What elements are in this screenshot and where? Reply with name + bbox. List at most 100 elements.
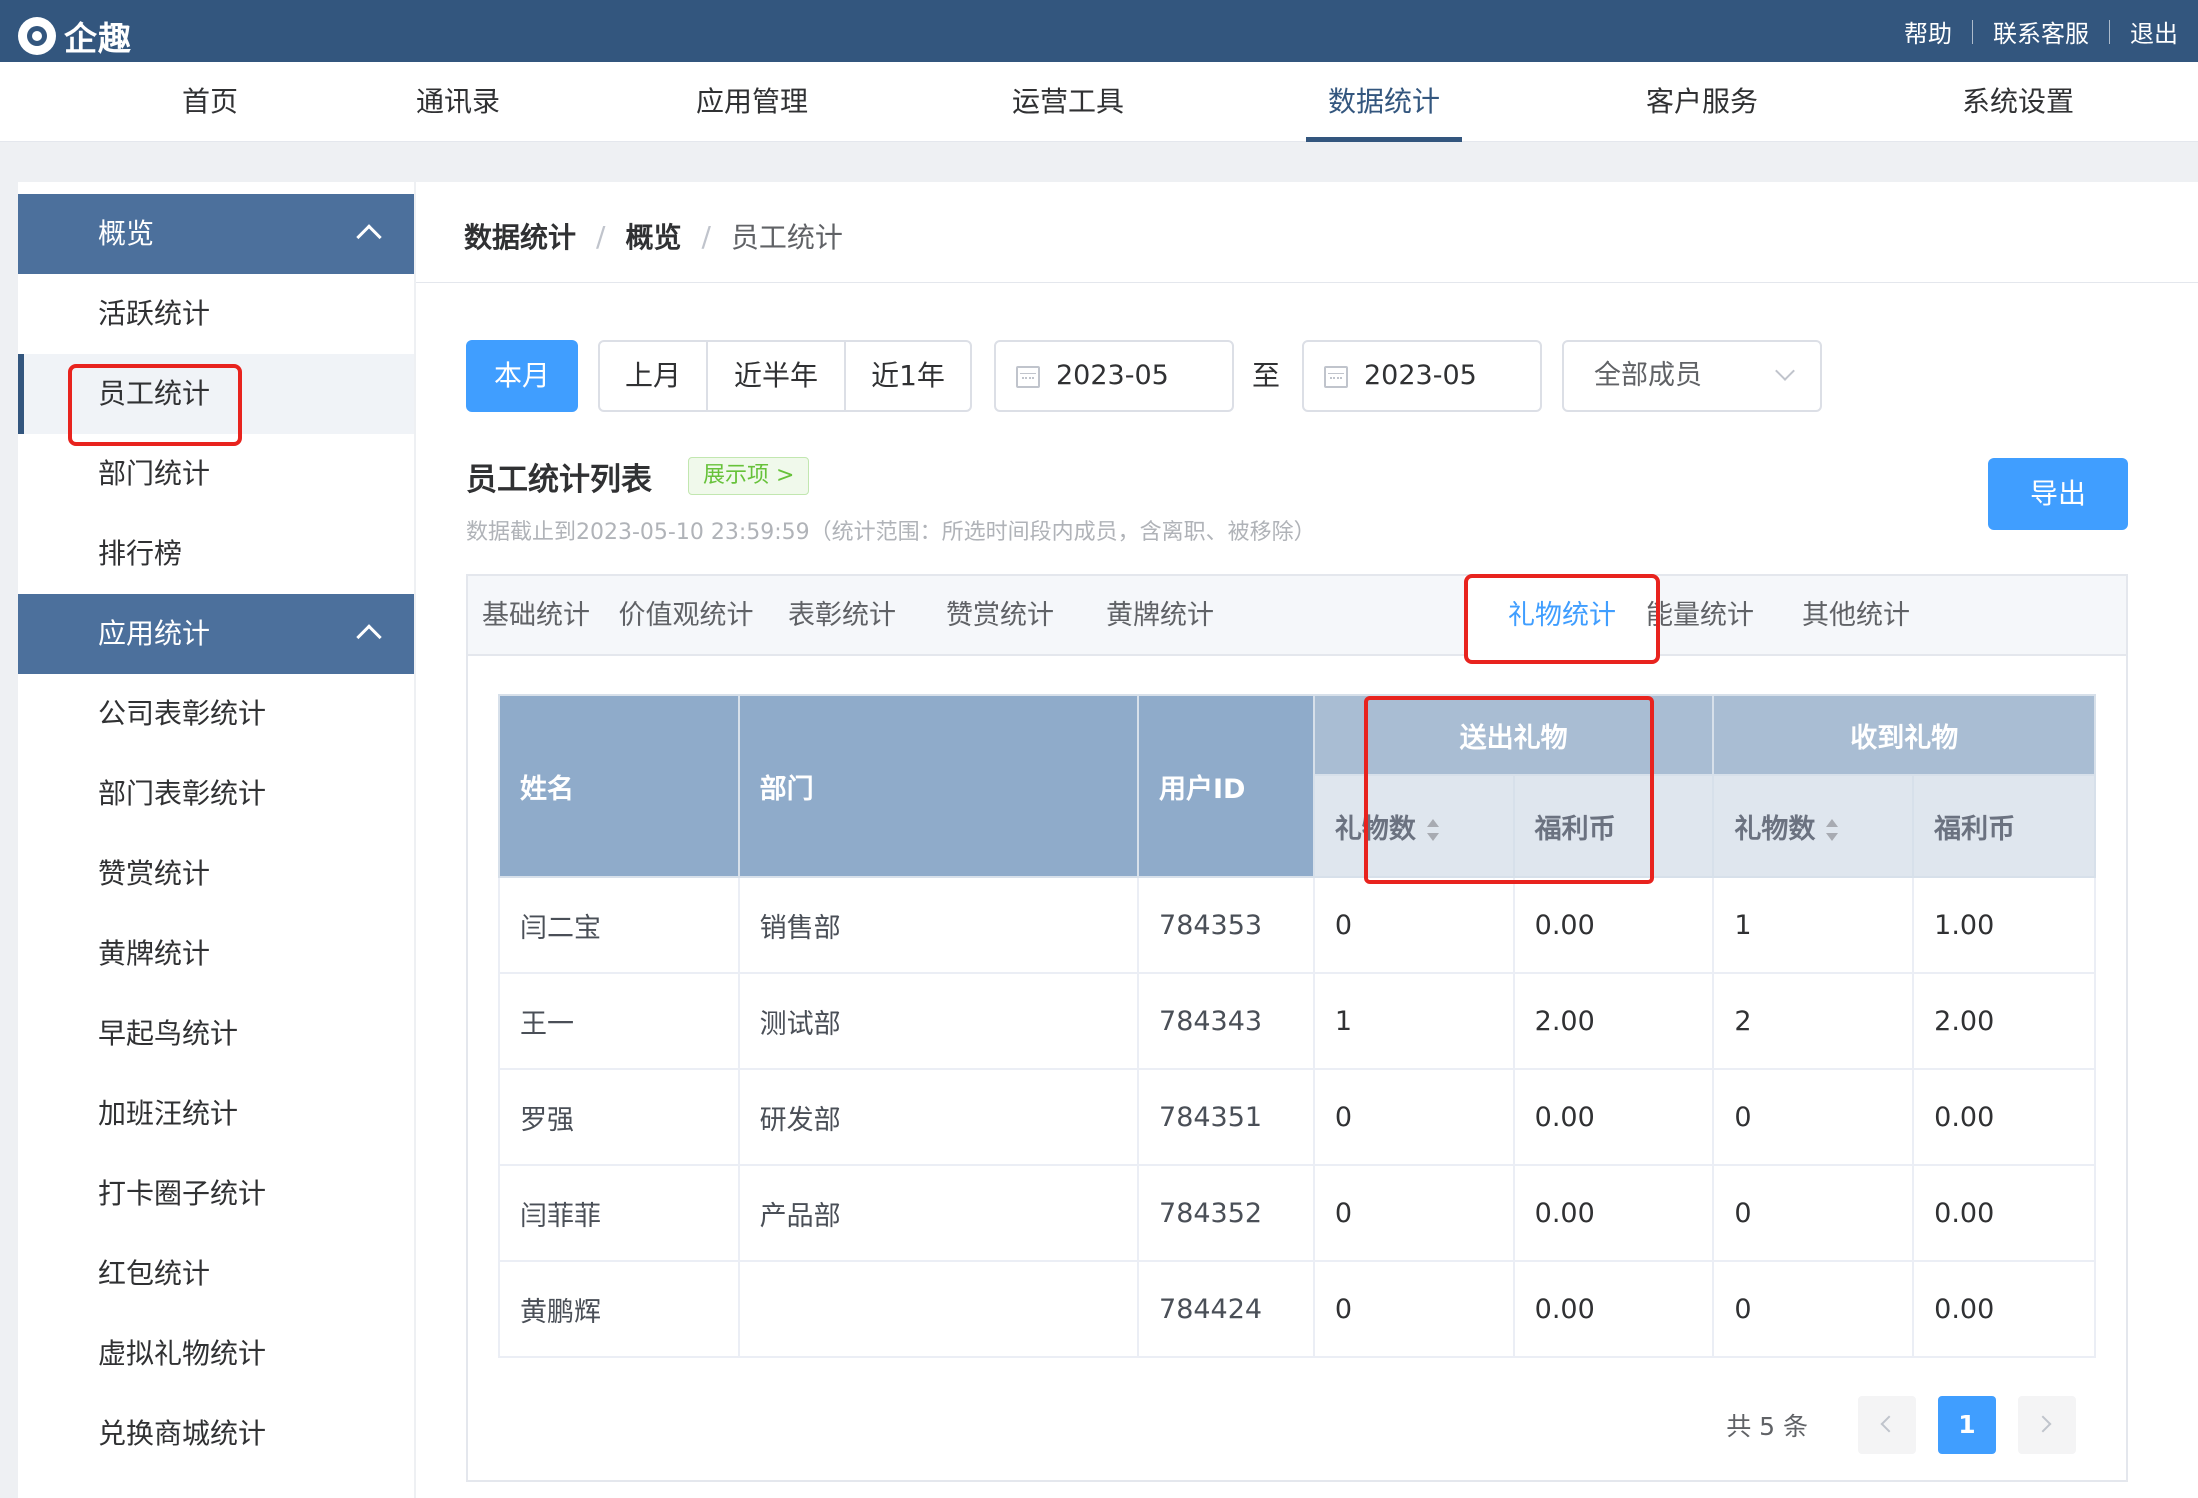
nav-home[interactable]: 首页: [182, 62, 238, 142]
cell-name: 王一: [498, 972, 740, 1070]
nav-data-statistics[interactable]: 数据统计: [1305, 62, 1463, 142]
tab-yellow-card-stats[interactable]: 黄牌统计: [1082, 576, 1238, 656]
logo-icon: [18, 17, 56, 55]
contact-support-link[interactable]: 联系客服: [1993, 14, 2089, 49]
chevron-up-icon: [356, 624, 382, 650]
nav-operation-tools[interactable]: 运营工具: [1012, 62, 1124, 142]
start-date-value: 2023-05: [1056, 360, 1169, 391]
sidebar-item-department-awards[interactable]: 部门表彰统计: [18, 754, 414, 834]
breadcrumb-overview[interactable]: 概览: [625, 216, 681, 256]
tab-appreciation-stats[interactable]: 赞赏统计: [922, 576, 1078, 656]
gift-stats-table: 姓名 部门 用户ID 送出礼物 收到礼物 礼物数 福利币 礼物数 福利币 闫二宝…: [498, 694, 2096, 1358]
nav-customer-service[interactable]: 客户服务: [1646, 62, 1758, 142]
last-year-button[interactable]: 近1年: [846, 342, 970, 410]
cell-received-coins: 0.00: [1912, 1164, 2096, 1262]
logout-link[interactable]: 退出: [2130, 14, 2178, 49]
tab-basic-stats[interactable]: 基础统计: [468, 576, 604, 656]
next-page-button[interactable]: [2018, 1396, 2076, 1454]
divider: [416, 282, 2198, 283]
cell-user-id: 784352: [1137, 1164, 1315, 1262]
start-date-input[interactable]: 2023-05: [994, 340, 1234, 412]
sidebar-item-appreciation[interactable]: 赞赏统计: [18, 834, 414, 914]
breadcrumb-current: 员工统计: [730, 221, 843, 254]
column-header-sent-gift-count[interactable]: 礼物数: [1312, 774, 1515, 878]
chevron-down-icon: [1775, 361, 1795, 381]
column-header-received-gift-count[interactable]: 礼物数: [1712, 774, 1915, 878]
cell-user-id: 784424: [1137, 1260, 1315, 1358]
breadcrumb-data-statistics[interactable]: 数据统计: [464, 216, 576, 256]
table-row: 罗强 研发部 784351 0 0.00 0 0.00: [498, 1068, 2096, 1166]
cell-sent-count: 0: [1312, 1068, 1515, 1166]
sidebar-item-virtual-gift[interactable]: 虚拟礼物统计: [18, 1314, 414, 1394]
end-date-input[interactable]: 2023-05: [1302, 340, 1542, 412]
sidebar-group-title: 概览: [98, 217, 155, 250]
column-header-received-coins: 福利币: [1912, 774, 2096, 878]
column-header-department: 部门: [737, 694, 1140, 878]
column-header-label: 礼物数: [1334, 813, 1416, 845]
calendar-icon: [1324, 366, 1348, 388]
divider: [1972, 19, 1973, 44]
column-group-sent-gifts: 送出礼物: [1312, 694, 1715, 776]
pagination: 共 5 条 1: [1726, 1396, 2076, 1454]
cell-name: 黄鹏辉: [498, 1260, 740, 1358]
cell-received-coins: 2.00: [1912, 972, 2096, 1070]
sidebar-item-employee-stats[interactable]: 员工统计: [18, 354, 414, 446]
breadcrumb: 数据统计 / 概览 / 员工统计: [464, 216, 843, 256]
column-header-sent-coins: 福利币: [1512, 774, 1715, 878]
cell-received-count: 0: [1712, 1260, 1915, 1358]
sidebar-group-overview[interactable]: 概览: [18, 194, 414, 274]
tab-awards-stats[interactable]: 表彰统计: [764, 576, 920, 656]
tab-values-stats[interactable]: 价值观统计: [608, 576, 764, 656]
sidebar-item-yellow-card[interactable]: 黄牌统计: [18, 914, 414, 994]
list-title: 员工统计列表: [466, 462, 652, 498]
sort-icon[interactable]: [1426, 819, 1440, 841]
nav-app-management[interactable]: 应用管理: [696, 62, 808, 142]
sidebar: 概览 活跃统计 员工统计 部门统计 排行榜 应用统计 公司表彰统计 部门表彰统计…: [18, 182, 414, 1498]
date-range-to-label: 至: [1252, 359, 1281, 392]
column-group-received-gifts: 收到礼物: [1712, 694, 2096, 776]
this-month-button[interactable]: 本月: [466, 340, 578, 412]
sidebar-item-company-awards[interactable]: 公司表彰统计: [18, 674, 414, 754]
cell-department: 产品部: [737, 1164, 1140, 1262]
nav-contacts[interactable]: 通讯录: [416, 62, 500, 142]
app-logo[interactable]: 企趣: [18, 12, 132, 60]
sidebar-item-red-packet[interactable]: 红包统计: [18, 1234, 414, 1314]
breadcrumb-separator: /: [701, 219, 711, 253]
top-links: 帮助 联系客服 退出: [1904, 14, 2178, 49]
export-button[interactable]: 导出: [1988, 458, 2128, 530]
sidebar-item-leaderboard[interactable]: 排行榜: [18, 514, 414, 594]
sort-icon[interactable]: [1825, 819, 1839, 841]
sidebar-item-activity-stats[interactable]: 活跃统计: [18, 274, 414, 354]
sidebar-item-early-bird[interactable]: 早起鸟统计: [18, 994, 414, 1074]
tab-other-stats[interactable]: 其他统计: [1778, 576, 1934, 656]
table-row: 闫二宝 销售部 784353 0 0.00 1 1.00: [498, 876, 2096, 974]
stats-card: 基础统计 价值观统计 表彰统计 赞赏统计 黄牌统计 礼物统计 能量统计 其他统计…: [466, 574, 2128, 1482]
table-row: 王一 测试部 784343 1 2.00 2 2.00: [498, 972, 2096, 1070]
sidebar-item-checkin-circle[interactable]: 打卡圈子统计: [18, 1154, 414, 1234]
sidebar-item-exchange-mall[interactable]: 兑换商城统计: [18, 1394, 414, 1474]
last-month-button[interactable]: 上月: [600, 342, 708, 410]
sidebar-item-department-stats[interactable]: 部门统计: [18, 434, 414, 514]
member-select[interactable]: 全部成员: [1562, 340, 1822, 412]
cell-sent-coins: 0.00: [1512, 876, 1715, 974]
display-items-tag[interactable]: 展示项 >: [688, 457, 810, 495]
sidebar-group-app-stats[interactable]: 应用统计: [18, 594, 414, 674]
cell-sent-coins: 0.00: [1512, 1164, 1715, 1262]
help-link[interactable]: 帮助: [1904, 14, 1952, 49]
cell-received-count: 0: [1712, 1068, 1915, 1166]
pagination-total: 共 5 条: [1726, 1412, 1808, 1441]
sidebar-item-overtime[interactable]: 加班汪统计: [18, 1074, 414, 1154]
cell-sent-coins: 2.00: [1512, 972, 1715, 1070]
cell-sent-coins: 0.00: [1512, 1260, 1715, 1358]
column-header-label: 礼物数: [1734, 813, 1816, 845]
column-header-name: 姓名: [498, 694, 740, 878]
prev-page-button[interactable]: [1858, 1396, 1916, 1454]
page-button-current[interactable]: 1: [1938, 1396, 1996, 1454]
chevron-right-icon: [2034, 1415, 2052, 1433]
nav-system-settings[interactable]: 系统设置: [1962, 62, 2074, 142]
last-half-year-button[interactable]: 近半年: [708, 342, 846, 410]
highlight-box: [1464, 574, 1660, 664]
content-panel: 数据统计 / 概览 / 员工统计 本月 上月 近半年 近1年 2023-05 至…: [416, 182, 2198, 1498]
column-header-user-id: 用户ID: [1137, 694, 1315, 878]
cell-received-count: 1: [1712, 876, 1915, 974]
